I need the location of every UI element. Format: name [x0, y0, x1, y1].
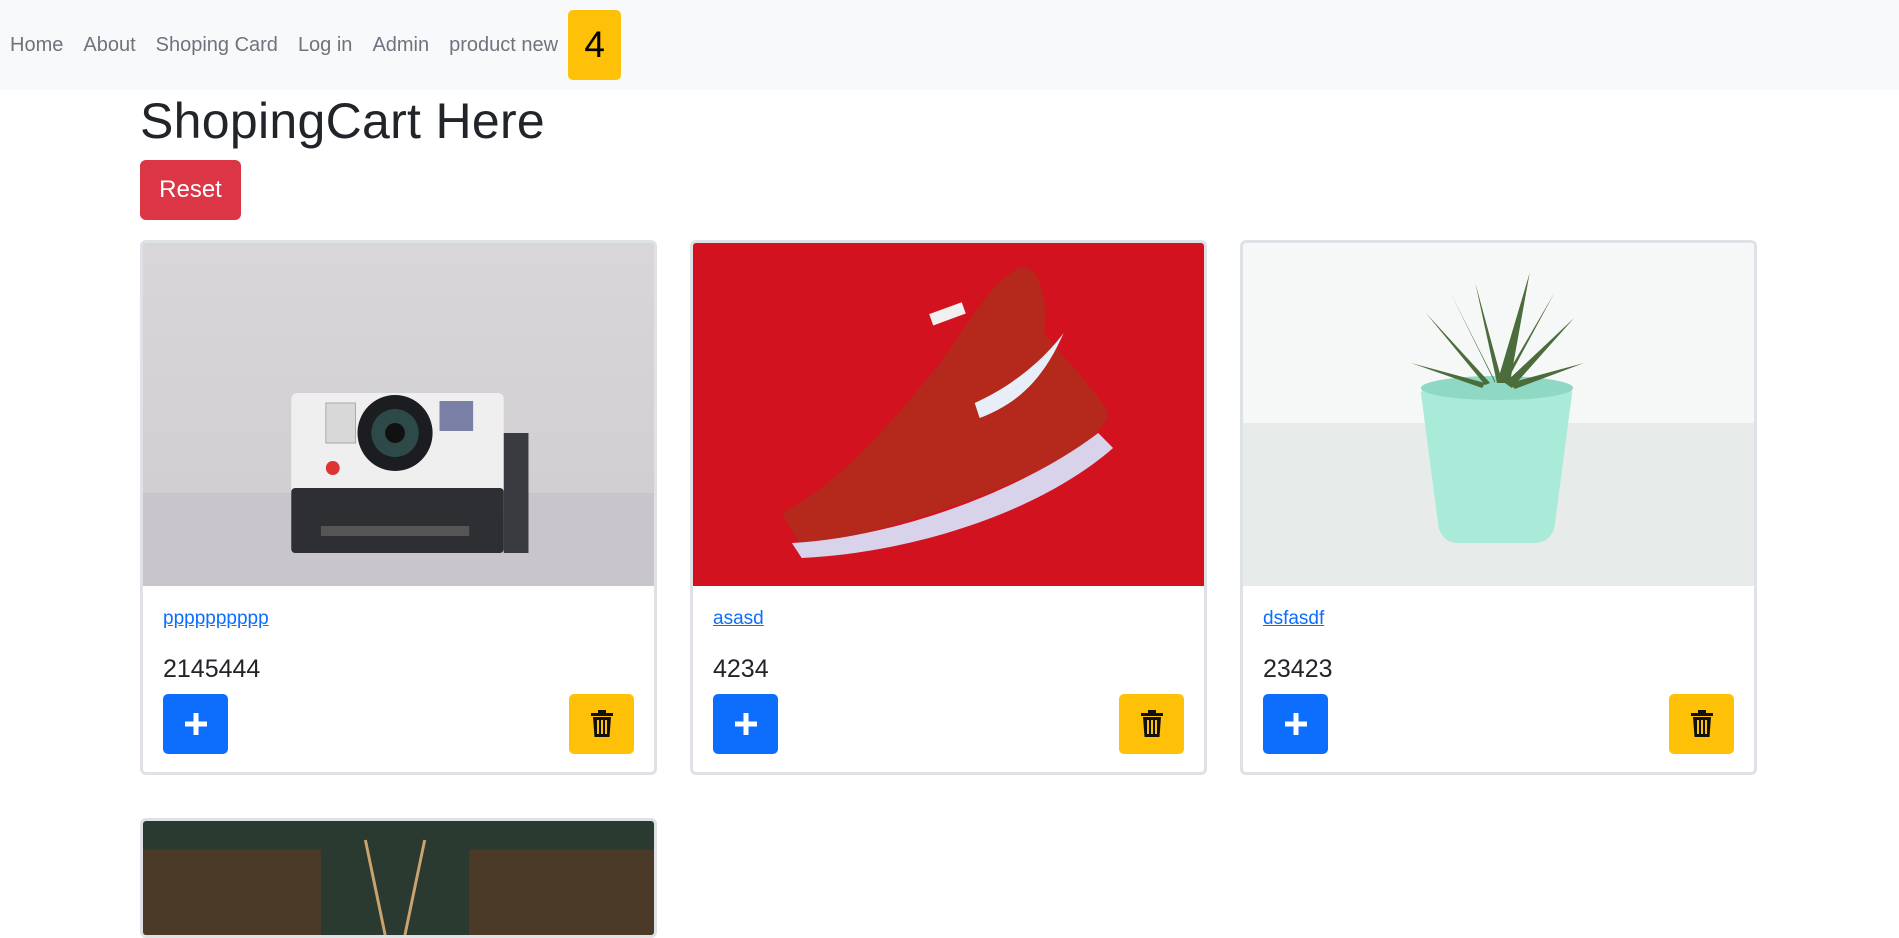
- trash-icon: [1140, 710, 1163, 737]
- plus-icon: [1284, 713, 1307, 735]
- navbar: Home About Shoping Card Log in Admin pro…: [0, 0, 1899, 90]
- nav-about[interactable]: About: [83, 35, 135, 55]
- product-image-red-sneaker: [693, 243, 1204, 586]
- product-price: 23423: [1263, 655, 1333, 683]
- delete-button[interactable]: [569, 694, 634, 754]
- nav-shoping-card[interactable]: Shoping Card: [156, 35, 278, 55]
- product-image-succulent-plant: [1243, 243, 1754, 586]
- delete-button[interactable]: [1669, 694, 1734, 754]
- product-card: pppppppppp 2145444: [140, 240, 657, 775]
- product-name-link[interactable]: dsfasdf: [1263, 608, 1324, 630]
- reset-button[interactable]: Reset: [140, 160, 241, 220]
- add-button[interactable]: [163, 694, 228, 754]
- product-card: [140, 818, 657, 938]
- product-price: 2145444: [163, 655, 261, 683]
- product-name-link[interactable]: pppppppppp: [163, 608, 269, 630]
- add-button[interactable]: [713, 694, 778, 754]
- plus-icon: [734, 713, 757, 735]
- product-image-polaroid-camera: [143, 243, 654, 586]
- nav-admin[interactable]: Admin: [372, 35, 429, 55]
- nav-home[interactable]: Home: [10, 35, 63, 55]
- plus-icon: [184, 713, 207, 735]
- product-card: dsfasdf 23423: [1240, 240, 1757, 775]
- product-price: 4234: [713, 655, 769, 683]
- nav-product-new[interactable]: product new: [449, 35, 558, 55]
- trash-icon: [1690, 710, 1713, 737]
- product-card: asasd 4234: [690, 240, 1207, 775]
- nav-log-in[interactable]: Log in: [298, 35, 353, 55]
- product-image-green-photo-partial: [143, 821, 654, 935]
- delete-button[interactable]: [1119, 694, 1184, 754]
- trash-icon: [590, 710, 613, 737]
- add-button[interactable]: [1263, 694, 1328, 754]
- page-title: ShopingCart Here: [140, 93, 546, 149]
- cart-count-badge[interactable]: 4: [568, 10, 622, 80]
- product-name-link[interactable]: asasd: [713, 608, 764, 630]
